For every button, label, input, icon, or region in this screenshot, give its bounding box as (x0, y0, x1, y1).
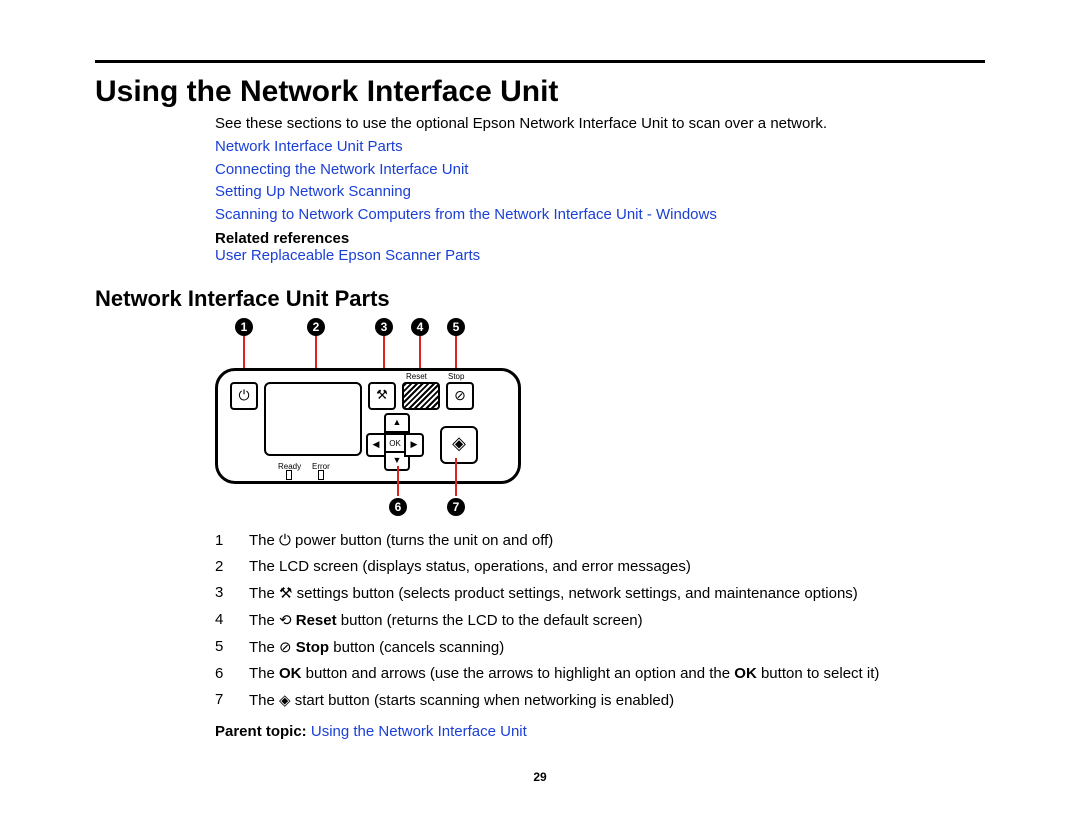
item-desc: The ◈ start button (starts scanning when… (249, 691, 674, 709)
top-rule (95, 60, 985, 63)
list-item: 4 The ⟲ Reset button (returns the LCD to… (215, 611, 985, 629)
settings-button-icon: ⚒ (368, 382, 396, 410)
parts-list: 1 The ⏻ power button (turns the unit on … (215, 532, 985, 709)
error-led (318, 470, 324, 480)
item-desc: The ⏻ power button (turns the unit on an… (249, 532, 553, 549)
start-icon: ◈ (279, 692, 291, 709)
ok-button-label: OK (384, 433, 406, 453)
item-number: 1 (215, 532, 249, 549)
link-user-replaceable[interactable]: User Replaceable Epson Scanner Parts (215, 247, 480, 264)
list-item: 2 The LCD screen (displays status, opera… (215, 558, 985, 575)
item-number: 3 (215, 584, 249, 602)
callout-7: 7 (447, 498, 465, 516)
item-desc: The LCD screen (displays status, operati… (249, 558, 691, 575)
parent-topic: Parent topic: Using the Network Interfac… (215, 723, 985, 740)
callout-4: 4 (411, 318, 429, 336)
power-icon: ⏻ (279, 532, 291, 549)
link-scanning-windows[interactable]: Scanning to Network Computers from the N… (215, 206, 717, 223)
related-heading: Related references (215, 230, 985, 247)
lead-7 (455, 458, 457, 496)
callout-5: 5 (447, 318, 465, 336)
list-item: 1 The ⏻ power button (turns the unit on … (215, 532, 985, 549)
sub-heading: Network Interface Unit Parts (95, 286, 985, 312)
item-desc: The ⚒ settings button (selects product s… (249, 584, 858, 602)
callout-2: 2 (307, 318, 325, 336)
item-desc: The ⟲ Reset button (returns the LCD to t… (249, 611, 643, 629)
device-panel: ⏻ ⚒ Reset Stop ⊘ ▲▼ ◀▶ OK ◈ Ready Error (215, 368, 521, 484)
stop-label: Stop (448, 372, 464, 381)
lcd-screen (264, 382, 362, 456)
list-item: 5 The ⊘ Stop button (cancels scanning) (215, 638, 985, 656)
link-parts[interactable]: Network Interface Unit Parts (215, 138, 403, 155)
device-diagram: 1 2 3 4 5 ⏻ ⚒ Reset Stop ⊘ ▲▼ ◀▶ OK ◈ Re… (215, 318, 535, 518)
list-item: 3 The ⚒ settings button (selects product… (215, 584, 985, 602)
link-setting-up[interactable]: Setting Up Network Scanning (215, 183, 411, 200)
page-title: Using the Network Interface Unit (95, 75, 985, 109)
stop-button-icon: ⊘ (446, 382, 474, 410)
power-button-icon: ⏻ (230, 382, 258, 410)
item-number: 5 (215, 638, 249, 656)
related-references: Related references User Replaceable Epso… (215, 230, 985, 264)
stop-icon: ⊘ (279, 639, 292, 656)
callout-3: 3 (375, 318, 393, 336)
list-item: 6 The OK button and arrows (use the arro… (215, 665, 985, 682)
page-number: 29 (95, 770, 985, 784)
start-button-icon: ◈ (440, 426, 478, 464)
item-number: 7 (215, 691, 249, 709)
link-connecting[interactable]: Connecting the Network Interface Unit (215, 161, 468, 178)
callout-1: 1 (235, 318, 253, 336)
item-number: 4 (215, 611, 249, 629)
reset-icon: ⟲ (279, 612, 292, 629)
item-desc: The OK button and arrows (use the arrows… (249, 665, 879, 682)
ready-led (286, 470, 292, 480)
settings-icon: ⚒ (279, 585, 292, 602)
parent-topic-label: Parent topic: (215, 723, 311, 740)
section-links: Network Interface Unit Parts Connecting … (215, 136, 985, 226)
item-number: 2 (215, 558, 249, 575)
reset-button-icon (402, 382, 440, 410)
parent-topic-link[interactable]: Using the Network Interface Unit (311, 723, 527, 740)
list-item: 7 The ◈ start button (starts scanning wh… (215, 691, 985, 709)
callout-6: 6 (389, 498, 407, 516)
lead-6 (397, 466, 399, 496)
intro-text: See these sections to use the optional E… (215, 115, 985, 132)
dpad: ▲▼ ◀▶ OK (366, 413, 424, 471)
item-desc: The ⊘ Stop button (cancels scanning) (249, 638, 504, 656)
reset-label: Reset (406, 372, 427, 381)
item-number: 6 (215, 665, 249, 682)
